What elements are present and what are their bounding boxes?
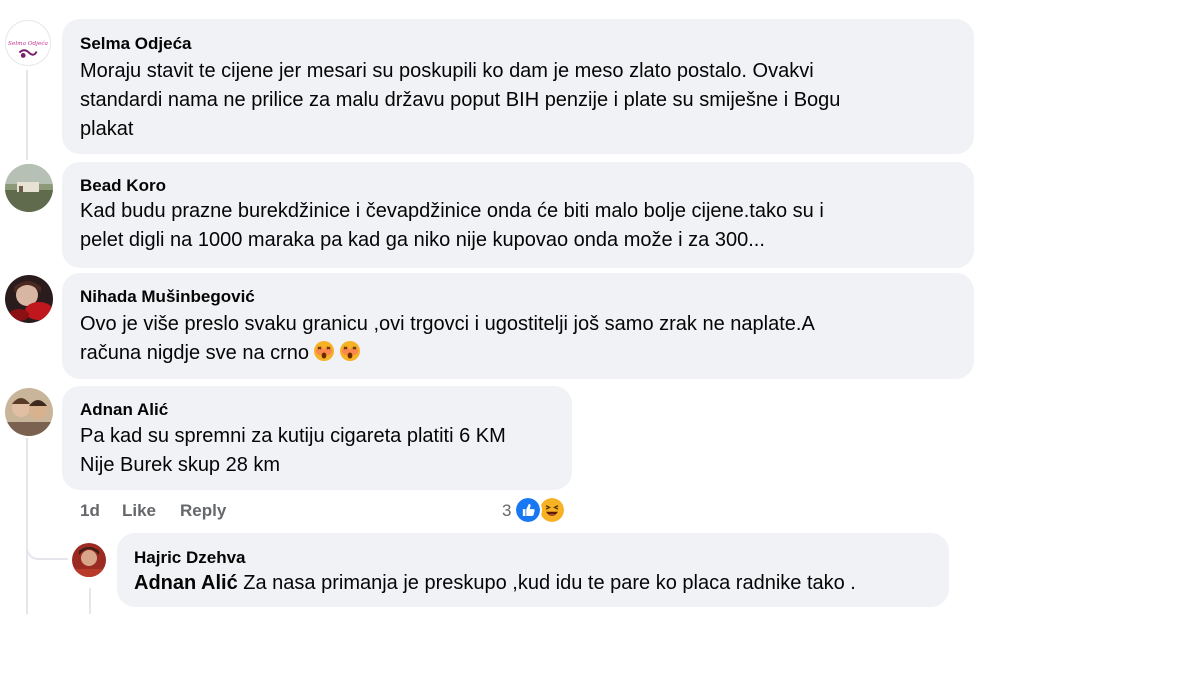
comment-text: Pa kad su spremni za kutiju cigareta pla… <box>80 425 506 476</box>
thread-line <box>26 70 28 160</box>
comment-author[interactable]: Nihada Mušinbegović <box>80 287 255 307</box>
comment-text: Moraju stavit te cijene jer mesari su po… <box>80 60 841 140</box>
mention-link[interactable]: Adnan Alić <box>134 572 238 594</box>
comment-timestamp[interactable]: 1d <box>80 501 100 521</box>
reply-text: Adnan Alić Za nasa primanja je preskupo … <box>134 569 934 598</box>
comment-text: Kad budu prazne burekdžinice i čevapdžin… <box>80 200 824 251</box>
avatar[interactable] <box>72 543 106 577</box>
astonished-face-icon <box>339 340 361 362</box>
avatar[interactable] <box>5 388 53 436</box>
comment-text: Ovo je više preslo svaku granicu ,ovi tr… <box>80 310 960 368</box>
comment-text-line: Ovo je više preslo svaku granicu ,ovi tr… <box>80 313 815 335</box>
reply-button[interactable]: Reply <box>180 501 226 521</box>
comment-author[interactable]: Bead Koro <box>80 176 166 196</box>
thread-line <box>89 588 91 614</box>
comment-author[interactable]: Adnan Alić <box>80 400 168 420</box>
reply-connector <box>26 520 68 560</box>
avatar[interactable] <box>5 275 53 323</box>
like-icon[interactable] <box>514 496 542 524</box>
haha-icon[interactable] <box>538 496 566 524</box>
comment-text-line: računa nigdje sve na crno <box>80 339 960 368</box>
comment-text-line-2: računa nigdje sve na crno <box>80 342 310 364</box>
avatar-logo-text: Selma Odjeća <box>8 40 48 47</box>
astonished-face-icon <box>313 340 335 362</box>
reply-author[interactable]: Hajric Dzehva <box>134 548 246 568</box>
reply-body: Za nasa primanja je preskupo ,kud idu te… <box>237 572 856 594</box>
avatar[interactable]: Selma Odjeća <box>5 20 51 66</box>
like-button[interactable]: Like <box>122 501 156 521</box>
reaction-count[interactable]: 3 <box>502 501 511 521</box>
avatar[interactable] <box>5 164 53 212</box>
comment-author[interactable]: Selma Odjeća <box>80 34 192 54</box>
